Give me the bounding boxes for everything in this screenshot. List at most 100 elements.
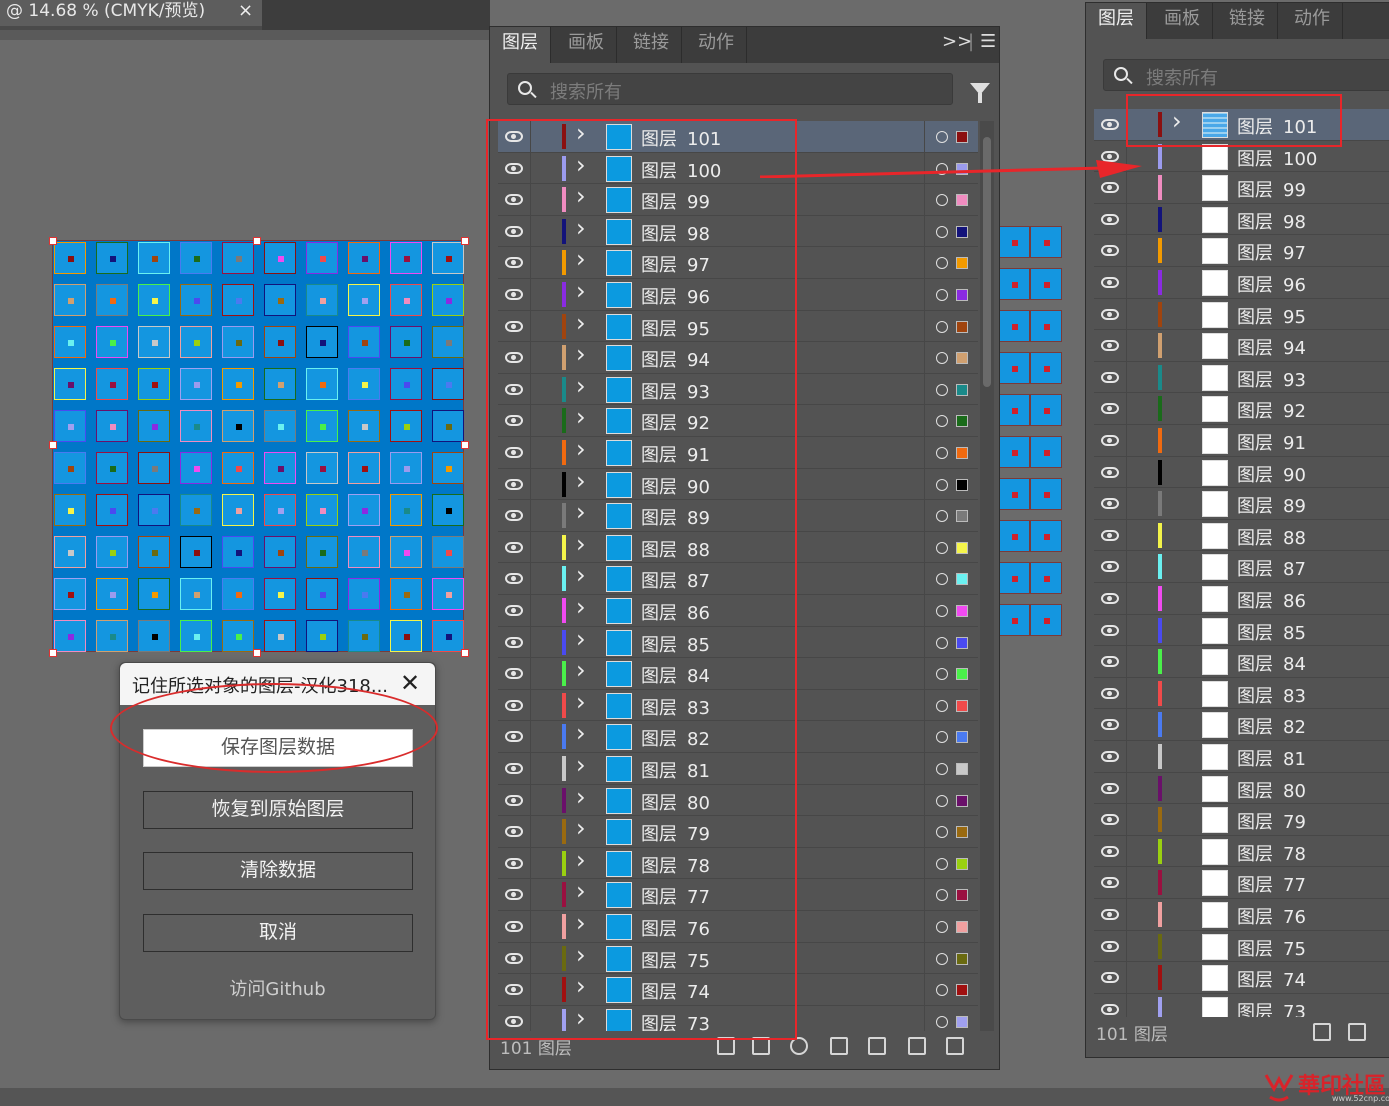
target-circle-icon[interactable] [936, 794, 948, 807]
selection-square-icon[interactable] [956, 131, 968, 143]
layer-row[interactable]: 图层 93 [1094, 361, 1389, 394]
layer-row[interactable]: 图层 96 [1094, 267, 1389, 299]
target-circle-icon[interactable] [936, 699, 948, 712]
new-layer-icon[interactable] [908, 1037, 926, 1055]
selection-square-icon[interactable] [956, 889, 968, 902]
visibility-eye-icon[interactable] [1101, 213, 1119, 225]
selection-square-icon[interactable] [956, 194, 968, 207]
target-circle-icon[interactable] [936, 289, 948, 301]
layer-name[interactable]: 图层 91 [1237, 429, 1306, 455]
target-circle-icon[interactable] [936, 541, 948, 554]
clear-data-button[interactable]: 清除数据 [143, 852, 413, 890]
layer-name[interactable]: 图层 76 [1237, 903, 1306, 929]
selection-square-icon[interactable] [956, 352, 968, 365]
trash-icon[interactable] [946, 1037, 964, 1055]
selection-square-icon[interactable] [956, 763, 968, 775]
layer-name[interactable]: 图层 87 [1237, 555, 1306, 581]
scrollbar[interactable] [980, 121, 994, 1033]
selection-square-icon[interactable] [956, 225, 968, 238]
target-circle-icon[interactable] [936, 668, 948, 681]
layer-row[interactable]: 图层 85 [1094, 614, 1389, 647]
selection-handle[interactable] [461, 441, 469, 449]
visibility-eye-icon[interactable] [1101, 687, 1119, 699]
visibility-eye-icon[interactable] [1101, 1003, 1119, 1015]
layer-name[interactable]: 图层 90 [1237, 461, 1306, 487]
layer-row[interactable]: 图层 82 [1094, 709, 1389, 741]
restore-original-layers-button[interactable]: 恢复到原始图层 [143, 791, 413, 829]
visibility-eye-icon[interactable] [1101, 972, 1119, 984]
search-field[interactable]: 搜索所有 [1103, 59, 1389, 91]
selection-square-icon[interactable] [956, 605, 968, 617]
visibility-eye-icon[interactable] [1101, 656, 1119, 668]
layer-row[interactable]: 图层 81 [1094, 741, 1389, 773]
selection-square-icon[interactable] [956, 383, 968, 396]
selection-square-icon[interactable] [956, 541, 968, 554]
selection-square-icon[interactable] [956, 636, 968, 649]
target-circle-icon[interactable] [936, 984, 948, 997]
tab-layers[interactable]: 图层 [1086, 3, 1147, 39]
visibility-eye-icon[interactable] [1101, 119, 1119, 130]
visibility-eye-icon[interactable] [1101, 561, 1119, 573]
layer-name[interactable]: 图层 88 [1237, 524, 1306, 550]
cancel-button[interactable]: 取消 [143, 914, 413, 952]
target-circle-icon[interactable] [936, 763, 948, 775]
target-circle-icon[interactable] [936, 636, 948, 649]
target-circle-icon[interactable] [936, 415, 948, 428]
selection-square-icon[interactable] [956, 320, 968, 333]
tab-artboards[interactable]: 画板 [556, 27, 617, 63]
search-input[interactable]: 搜索所有 [1146, 64, 1218, 90]
layer-row[interactable]: 图层 77 [1094, 867, 1389, 899]
selection-square-icon[interactable] [956, 478, 968, 491]
layer-name[interactable]: 图层 98 [1237, 208, 1306, 234]
artwork-grid[interactable] [49, 237, 469, 657]
artwork-grid-partial[interactable] [998, 226, 1062, 638]
target-circle-icon[interactable] [936, 352, 948, 365]
layer-name[interactable]: 图层 75 [1237, 935, 1306, 961]
document-tab[interactable]: @ 14.68 % (CMYK/预览) × [0, 0, 262, 26]
target-circle-icon[interactable] [936, 510, 948, 523]
visibility-eye-icon[interactable] [1101, 371, 1119, 383]
close-icon[interactable]: ✕ [400, 669, 420, 697]
layer-row[interactable]: 图层 91 [1094, 425, 1389, 457]
tab-links[interactable]: 链接 [621, 27, 682, 63]
layer-row[interactable]: 图层 83 [1094, 677, 1389, 710]
selection-square-icon[interactable] [956, 794, 968, 807]
layer-name[interactable]: 图层 83 [1237, 682, 1306, 708]
layer-name[interactable]: 图层 82 [1237, 713, 1306, 739]
github-link[interactable]: 访问Github [120, 975, 435, 1001]
visibility-eye-icon[interactable] [1101, 782, 1119, 794]
layer-name[interactable]: 图层 81 [1237, 745, 1306, 771]
target-circle-icon[interactable] [936, 857, 948, 870]
visibility-eye-icon[interactable] [1101, 845, 1119, 857]
selection-handle[interactable] [461, 649, 469, 657]
export-icon[interactable] [1348, 1023, 1366, 1041]
layer-row[interactable]: 图层 98 [1094, 203, 1389, 236]
selection-square-icon[interactable] [956, 447, 968, 459]
layer-row[interactable]: 图层 94 [1094, 330, 1389, 362]
selection-square-icon[interactable] [956, 1015, 968, 1028]
layer-row[interactable]: 图层 76 [1094, 899, 1389, 931]
layer-row[interactable]: 图层 89 [1094, 488, 1389, 520]
layer-row[interactable]: 图层 88 [1094, 519, 1389, 552]
selection-square-icon[interactable] [956, 952, 968, 965]
layer-name[interactable]: 图层 100 [1237, 145, 1317, 171]
filter-icon[interactable] [970, 83, 990, 103]
selection-square-icon[interactable] [956, 826, 968, 839]
selection-square-icon[interactable] [956, 573, 968, 586]
layer-row[interactable]: 图层 75 [1094, 930, 1389, 963]
collect-export-icon[interactable] [1313, 1023, 1331, 1041]
layer-name[interactable]: 图层 97 [1237, 239, 1306, 265]
layer-name[interactable]: 图层 93 [1237, 366, 1306, 392]
layer-row[interactable]: 图层 87 [1094, 551, 1389, 583]
selection-square-icon[interactable] [956, 289, 968, 301]
visibility-eye-icon[interactable] [1101, 403, 1119, 415]
tab-actions[interactable]: 动作 [1282, 3, 1343, 39]
layer-name[interactable]: 图层 96 [1237, 271, 1306, 297]
visibility-eye-icon[interactable] [1101, 877, 1119, 889]
target-circle-icon[interactable] [936, 131, 948, 143]
visibility-eye-icon[interactable] [1101, 751, 1119, 762]
layer-row[interactable]: 图层 78 [1094, 835, 1389, 868]
selection-handle[interactable] [461, 237, 469, 245]
layer-row[interactable]: 图层 79 [1094, 804, 1389, 836]
layer-name[interactable]: 图层 95 [1237, 303, 1306, 329]
